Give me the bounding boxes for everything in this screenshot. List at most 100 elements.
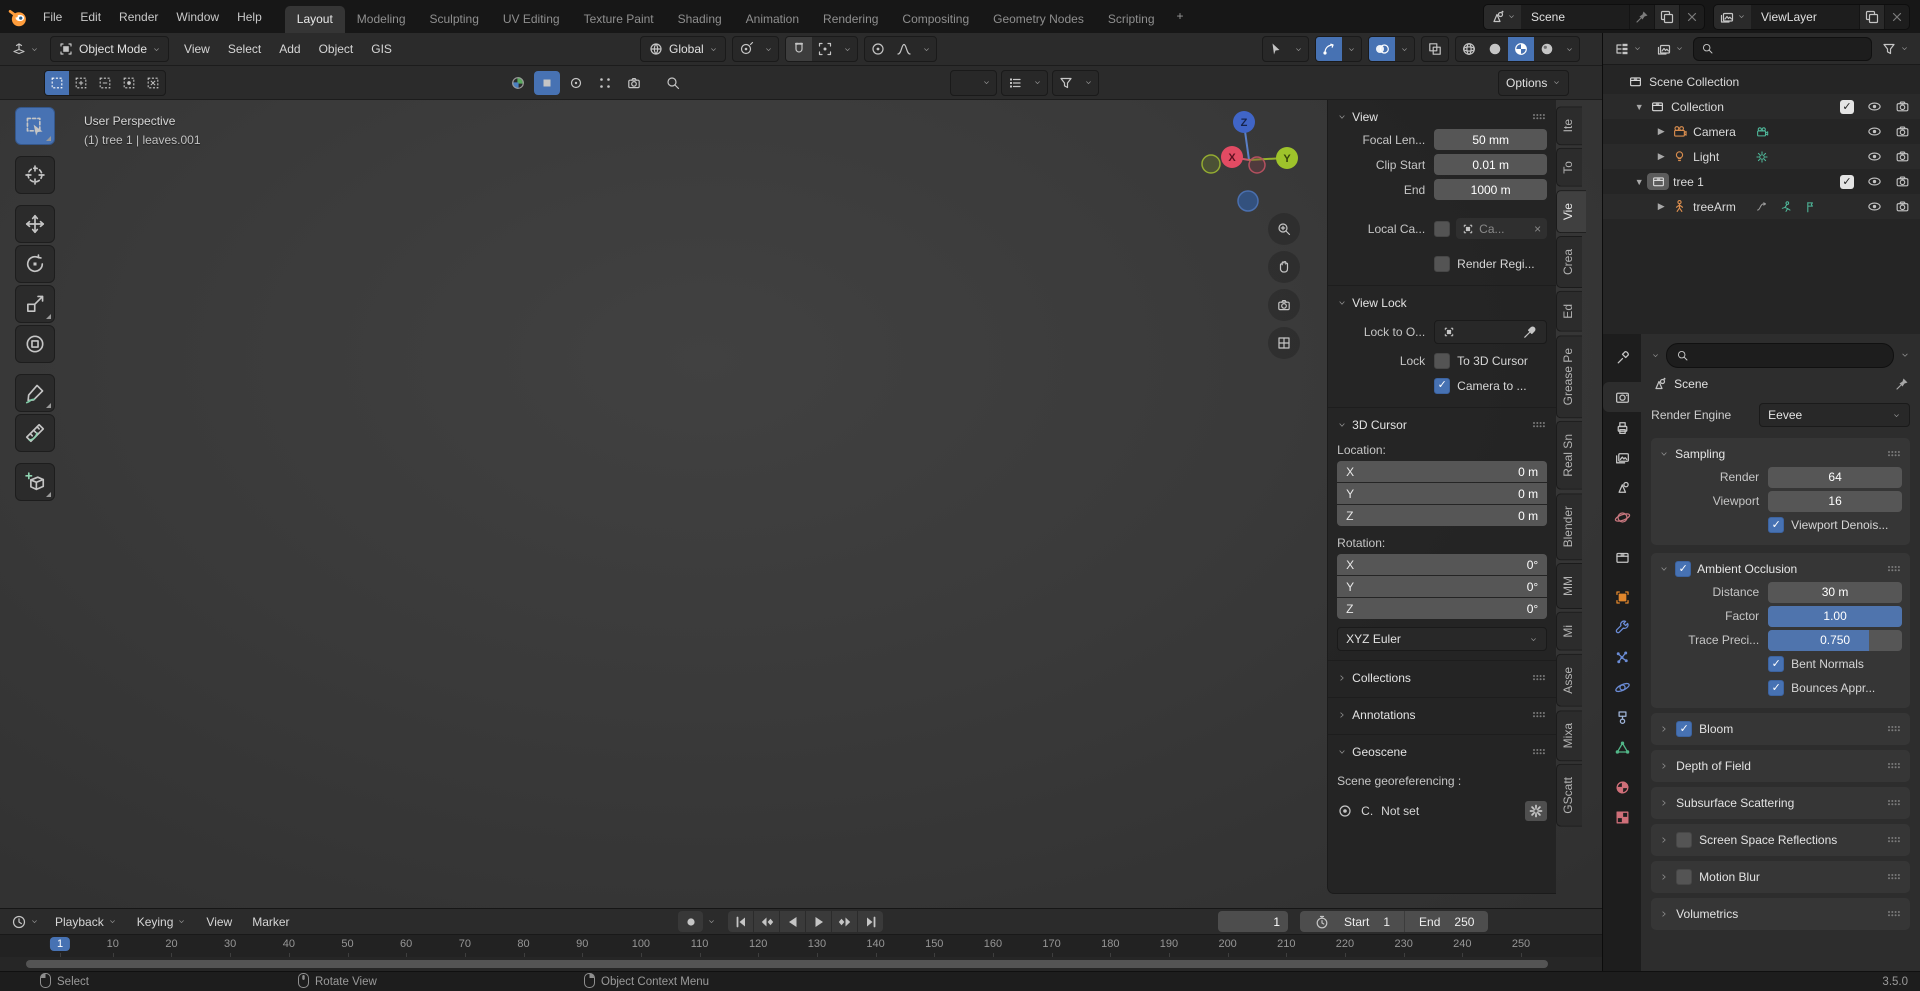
properties-tab-physics[interactable] xyxy=(1603,672,1641,702)
topbar-menu-render[interactable]: Render xyxy=(110,6,167,28)
properties-tab-object[interactable] xyxy=(1603,582,1641,612)
filter-dropdown-icon[interactable] xyxy=(1900,350,1910,360)
timeline-menu-view[interactable]: View xyxy=(197,910,241,934)
outliner-display-mode-dropdown[interactable] xyxy=(1609,37,1647,61)
topbar-menu-window[interactable]: Window xyxy=(167,6,228,28)
grip-icon[interactable] xyxy=(1886,561,1902,577)
pin-icon[interactable] xyxy=(1894,376,1910,392)
xray-toggle[interactable] xyxy=(1421,36,1449,62)
eyedropper-icon[interactable] xyxy=(1522,324,1538,340)
workspace-tab-geometry-nodes[interactable]: Geometry Nodes xyxy=(981,6,1096,33)
disable-render-camera-icon[interactable] xyxy=(1895,149,1910,164)
ortho-toggle-button[interactable] xyxy=(1268,327,1300,359)
scene-name-field[interactable]: Scene xyxy=(1521,10,1629,24)
next-keyframe-button[interactable] xyxy=(832,911,857,932)
hide-eye-icon[interactable] xyxy=(1867,149,1882,164)
current-frame-field[interactable]: 1 xyxy=(1218,911,1288,932)
driver-icon[interactable] xyxy=(1755,200,1769,214)
sidebar-tab-blender[interactable]: Blender xyxy=(1556,492,1583,561)
add-workspace-button[interactable]: + xyxy=(1167,3,1194,30)
outliner-row-treearm[interactable]: ▶ treeArm xyxy=(1603,194,1920,219)
workspace-tab-rendering[interactable]: Rendering xyxy=(811,6,890,33)
panel-volumetrics[interactable]: Volumetrics xyxy=(1651,898,1910,930)
transform-orientation-dropdown[interactable]: Global xyxy=(640,36,726,62)
sidebar-tab-grease-pe[interactable]: Grease Pe xyxy=(1556,334,1583,419)
ao-header[interactable]: Ambient Occlusion xyxy=(1659,558,1902,580)
view-section-header[interactable]: View xyxy=(1337,107,1547,127)
shading-material-button[interactable] xyxy=(1508,37,1534,61)
panel-checkbox[interactable] xyxy=(1676,721,1693,737)
workspace-tab-animation[interactable]: Animation xyxy=(734,6,811,33)
chevron-down-icon[interactable] xyxy=(838,37,857,61)
workspace-tab-shading[interactable]: Shading xyxy=(666,6,734,33)
select-mode-invert[interactable] xyxy=(117,71,141,95)
view-lock-header[interactable]: View Lock xyxy=(1337,293,1547,313)
outliner-search-input[interactable] xyxy=(1693,36,1872,61)
expander-icon[interactable]: ▼ xyxy=(1631,177,1647,187)
properties-search-input[interactable] xyxy=(1666,342,1894,368)
sun-icon[interactable] xyxy=(1755,150,1769,164)
panel-bloom[interactable]: Bloom xyxy=(1651,713,1910,745)
rotation-mode-dropdown[interactable]: XYZ Euler xyxy=(1337,627,1548,651)
falloff-curve-icon[interactable] xyxy=(891,37,917,61)
gis-ring-button[interactable] xyxy=(563,71,589,95)
expander-icon[interactable]: ▼ xyxy=(1631,102,1647,112)
viewport-menu-add[interactable]: Add xyxy=(270,37,309,61)
expander-icon[interactable]: ▶ xyxy=(1653,151,1669,162)
properties-tab-tool[interactable] xyxy=(1603,342,1641,372)
blender-logo-icon[interactable] xyxy=(0,7,34,27)
annotations-header[interactable]: Annotations xyxy=(1337,705,1547,725)
camera-data-icon[interactable] xyxy=(1755,125,1769,139)
end-frame-field[interactable]: End 250 xyxy=(1404,911,1488,932)
viewlayer-name-field[interactable]: ViewLayer xyxy=(1751,10,1859,24)
sampling-viewport-field[interactable]: 16 xyxy=(1768,490,1902,512)
workspace-tab-uv-editing[interactable]: UV Editing xyxy=(491,6,572,33)
panel-subsurface-scattering[interactable]: Subsurface Scattering xyxy=(1651,787,1910,819)
add-cube-tool[interactable] xyxy=(15,463,55,501)
grip-icon[interactable] xyxy=(1886,758,1902,774)
auto-keying-button[interactable] xyxy=(678,911,703,932)
sampling-header[interactable]: Sampling xyxy=(1659,443,1902,465)
workspace-tab-scripting[interactable]: Scripting xyxy=(1096,6,1167,33)
grip-icon[interactable] xyxy=(1531,109,1547,125)
mode-dropdown[interactable]: Object Mode xyxy=(50,36,170,62)
properties-tab-collection[interactable] xyxy=(1603,542,1641,572)
properties-tab-modifiers[interactable] xyxy=(1603,612,1641,642)
gis-camera-button[interactable] xyxy=(621,71,647,95)
scrollbar-thumb[interactable] xyxy=(26,960,1549,968)
grip-icon[interactable] xyxy=(1886,906,1902,922)
grip-icon[interactable] xyxy=(1886,832,1902,848)
shading-solid-button[interactable] xyxy=(1482,37,1508,61)
3d-cursor-header[interactable]: 3D Cursor xyxy=(1337,415,1547,435)
viewport-menu-object[interactable]: Object xyxy=(310,37,363,61)
measure-tool[interactable] xyxy=(15,414,55,452)
topbar-menu-help[interactable]: Help xyxy=(228,6,271,28)
cursor-tool[interactable] xyxy=(15,156,55,194)
start-frame-field[interactable]: Start 1 xyxy=(1300,911,1404,932)
expander-icon[interactable]: ▶ xyxy=(1653,126,1669,137)
disable-render-camera-icon[interactable] xyxy=(1895,124,1910,139)
cursor-rotation-y-field[interactable]: Y 0° xyxy=(1337,576,1548,597)
ao-checkbox[interactable] xyxy=(1675,561,1692,577)
view-field-0[interactable]: 50 mm xyxy=(1434,129,1548,150)
sidebar-tab-mi[interactable]: Mi xyxy=(1556,612,1583,651)
shading-wireframe-button[interactable] xyxy=(1456,37,1482,61)
sampling-render-field[interactable]: 64 xyxy=(1768,466,1902,488)
viewlayer-browse-button[interactable] xyxy=(1714,4,1751,29)
ao-trace-slider[interactable]: 0.750 xyxy=(1768,629,1902,651)
render-engine-dropdown[interactable]: Eevee xyxy=(1759,403,1910,427)
workspace-tab-compositing[interactable]: Compositing xyxy=(890,6,981,33)
sidebar-tab-asse[interactable]: Asse xyxy=(1556,654,1583,707)
select-mode-intersect[interactable] xyxy=(141,71,165,95)
new-viewlayer-button[interactable] xyxy=(1859,4,1884,29)
properties-tab-material[interactable] xyxy=(1603,772,1641,802)
timeline-menu-playback[interactable]: Playback xyxy=(46,910,126,934)
grip-icon[interactable] xyxy=(1886,795,1902,811)
timeline-menu-marker[interactable]: Marker xyxy=(243,910,298,934)
gis-points-button[interactable] xyxy=(592,71,618,95)
tool-display-dropdown[interactable] xyxy=(950,69,997,96)
expander-icon[interactable]: ▶ xyxy=(1653,201,1669,212)
sidebar-tab-ite[interactable]: Ite xyxy=(1556,106,1583,146)
properties-tab-particles[interactable] xyxy=(1603,642,1641,672)
outliner-row-light[interactable]: ▶ Light xyxy=(1603,144,1920,169)
